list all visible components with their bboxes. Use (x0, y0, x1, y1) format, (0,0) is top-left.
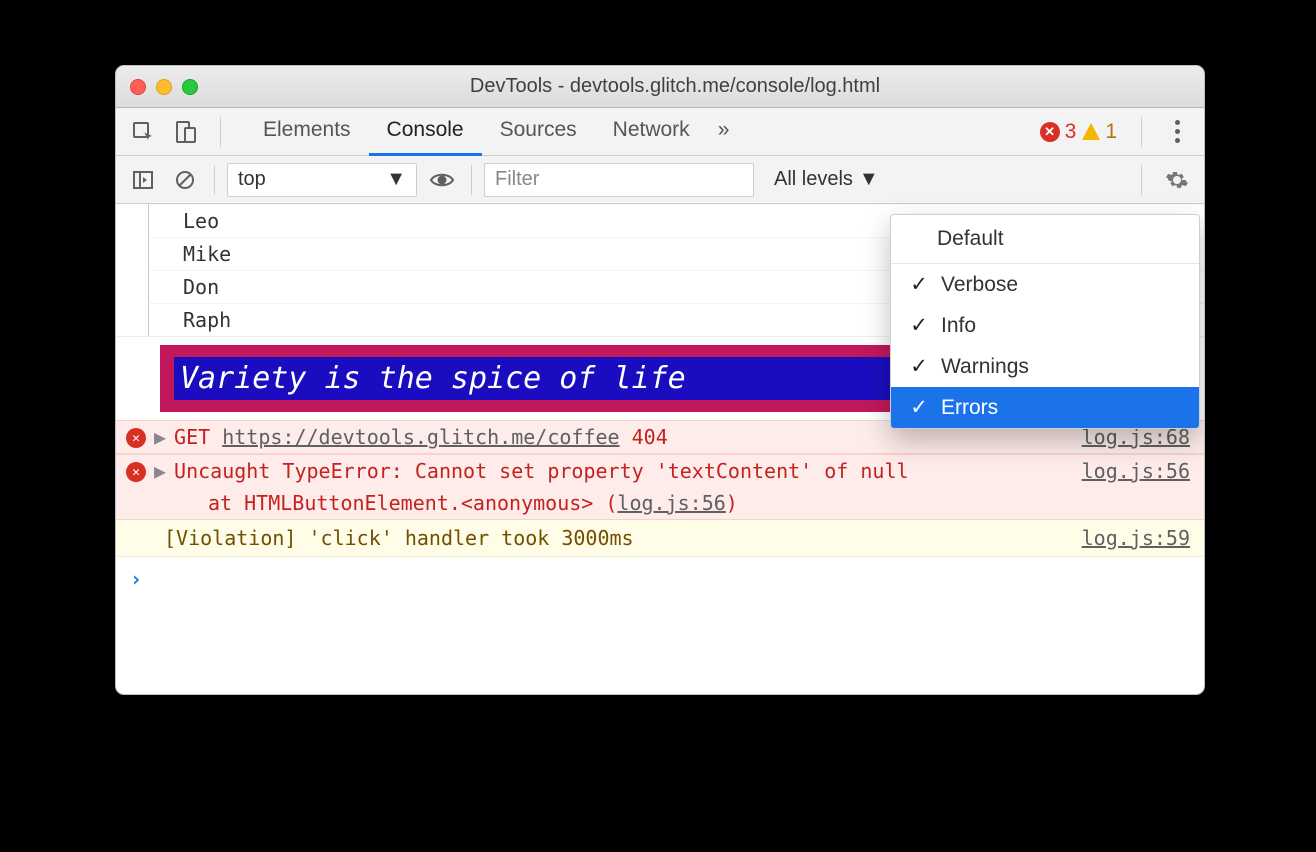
divider (1141, 117, 1142, 147)
stack-text: at HTMLButtonElement.<anonymous> ( (208, 491, 617, 515)
live-expression-icon[interactable] (425, 163, 459, 197)
log-levels-dropdown: Default ✓ Verbose ✓ Info ✓ Warnings ✓ Er… (890, 214, 1200, 429)
inspect-element-icon[interactable] (126, 115, 160, 149)
divider (1141, 165, 1142, 195)
dropdown-item-warnings[interactable]: ✓ Warnings (891, 346, 1199, 387)
dropdown-default-option[interactable]: Default (891, 215, 1199, 264)
tab-console[interactable]: Console (369, 108, 482, 156)
dropdown-item-label: Info (941, 314, 976, 338)
toggle-sidebar-icon[interactable] (126, 163, 160, 197)
window-controls (130, 79, 198, 95)
error-url[interactable]: https://devtools.glitch.me/coffee (222, 425, 619, 449)
titlebar: DevTools - devtools.glitch.me/console/lo… (116, 66, 1204, 108)
error-count: 3 (1065, 120, 1077, 144)
http-status: 404 (632, 425, 668, 449)
stack-text: ) (726, 491, 738, 515)
error-message: Uncaught TypeError: Cannot set property … (174, 459, 1074, 483)
minimize-window-icon[interactable] (156, 79, 172, 95)
close-window-icon[interactable] (130, 79, 146, 95)
warning-count: 1 (1105, 120, 1117, 144)
console-prompt[interactable]: › (116, 557, 1204, 601)
check-icon: ✓ (909, 313, 929, 338)
zoom-window-icon[interactable] (182, 79, 198, 95)
styled-log-text: Variety is the spice of life (174, 357, 936, 400)
dropdown-item-errors[interactable]: ✓ Errors (891, 387, 1199, 428)
tab-overflow-icon[interactable]: » (708, 108, 740, 156)
console-toolbar: top ▼ All levels ▼ (116, 156, 1204, 204)
chevron-down-icon: ▼ (386, 168, 406, 191)
source-link[interactable]: log.js:59 (1082, 526, 1190, 550)
divider (220, 117, 221, 147)
execution-context-select[interactable]: top ▼ (227, 163, 417, 197)
menu-icon[interactable] (1160, 115, 1194, 149)
check-icon: ✓ (909, 395, 929, 420)
check-icon: ✓ (909, 354, 929, 379)
tab-network[interactable]: Network (595, 108, 708, 156)
device-toolbar-icon[interactable] (168, 115, 202, 149)
expand-caret-icon[interactable]: ▶ (154, 459, 166, 483)
console-violation-row[interactable]: [Violation] 'click' handler took 3000ms … (116, 520, 1204, 557)
error-icon: ✕ (1040, 122, 1060, 142)
stack-link[interactable]: log.js:56 (617, 491, 725, 515)
tab-elements[interactable]: Elements (245, 108, 369, 156)
error-icon: ✕ (126, 462, 146, 482)
dropdown-item-label: Verbose (941, 273, 1018, 297)
chevron-down-icon: ▼ (859, 168, 879, 191)
main-tabs-row: Elements Console Sources Network » ✕ 3 1 (116, 108, 1204, 156)
check-icon: ✓ (909, 272, 929, 297)
expand-caret-icon[interactable]: ▶ (154, 425, 166, 449)
warning-count-badge[interactable]: 1 (1082, 120, 1117, 144)
settings-icon[interactable] (1160, 163, 1194, 197)
error-icon: ✕ (126, 428, 146, 448)
source-link[interactable]: log.js:56 (1082, 459, 1190, 483)
warning-icon (1082, 123, 1100, 140)
execution-context-value: top (238, 168, 266, 191)
error-count-badge[interactable]: ✕ 3 (1040, 120, 1077, 144)
log-levels-select[interactable]: All levels ▼ (762, 163, 891, 197)
clear-console-icon[interactable] (168, 163, 202, 197)
styled-log-message[interactable]: Variety is the spice of life (160, 345, 950, 412)
divider (214, 165, 215, 195)
devtools-window: DevTools - devtools.glitch.me/console/lo… (115, 65, 1205, 695)
dropdown-item-label: Errors (941, 396, 998, 420)
dropdown-item-info[interactable]: ✓ Info (891, 305, 1199, 346)
issue-badges[interactable]: ✕ 3 1 (1040, 120, 1117, 144)
log-levels-label: All levels (774, 168, 853, 191)
violation-message: [Violation] 'click' handler took 3000ms (164, 526, 634, 550)
tab-sources[interactable]: Sources (482, 108, 595, 156)
prompt-icon: › (130, 567, 142, 591)
console-error-row[interactable]: ✕ ▶ Uncaught TypeError: Cannot set prope… (116, 454, 1204, 520)
filter-input[interactable] (484, 163, 754, 197)
divider (471, 165, 472, 195)
panel-tabs: Elements Console Sources Network » (245, 108, 739, 156)
window-title: DevTools - devtools.glitch.me/console/lo… (220, 75, 1190, 98)
dropdown-item-verbose[interactable]: ✓ Verbose (891, 264, 1199, 305)
stack-frame: at HTMLButtonElement.<anonymous> (log.js… (126, 491, 1190, 515)
dropdown-item-label: Warnings (941, 355, 1029, 379)
http-method: GET (174, 425, 210, 449)
